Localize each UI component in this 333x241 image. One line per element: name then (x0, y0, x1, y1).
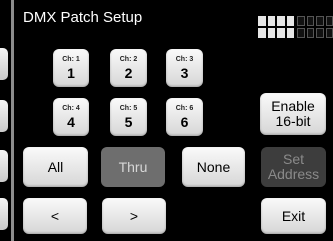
adjacent-button-edge (0, 150, 8, 182)
grid-icon[interactable] (297, 16, 333, 38)
channel-5-button[interactable]: Ch: 5 5 (110, 98, 147, 136)
exit-button[interactable]: Exit (261, 198, 326, 234)
set-address-label-line2: Address (267, 166, 320, 182)
chevron-right-icon: > (129, 207, 139, 224)
channel-1-button[interactable]: Ch: 1 1 (53, 49, 89, 87)
all-label: All (47, 158, 64, 175)
set-address-label-line1: Set (282, 151, 304, 167)
next-page-button[interactable]: > (102, 198, 166, 234)
channel-2-button[interactable]: Ch: 2 2 (110, 49, 147, 87)
channel-label: Ch: 2 (119, 55, 138, 63)
all-button[interactable]: All (23, 147, 88, 187)
set-address-button[interactable]: Set Address (261, 147, 326, 187)
channel-3-button[interactable]: Ch: 3 3 (166, 49, 203, 87)
channel-4-button[interactable]: Ch: 4 4 (53, 98, 89, 136)
enable-16bit-button[interactable]: Enable 16-bit (260, 93, 326, 135)
none-button[interactable]: None (182, 147, 245, 187)
adjacent-button-edge (0, 100, 8, 132)
channel-label: Ch: 4 (62, 104, 80, 112)
channel-label: Ch: 1 (62, 55, 80, 63)
channel-6-button[interactable]: Ch: 6 6 (166, 98, 203, 136)
channel-label: Ch: 6 (175, 104, 194, 112)
enable-16bit-label-line2: 16-bit (275, 113, 311, 129)
grid-icon[interactable] (258, 16, 294, 38)
thru-label: Thru (118, 158, 148, 175)
channel-label: Ch: 3 (175, 55, 194, 63)
thru-button[interactable]: Thru (101, 147, 165, 187)
adjacent-button-edge (0, 48, 8, 80)
channel-number: 4 (67, 113, 75, 130)
adjacent-button-edge (0, 198, 8, 230)
adjacent-panel (0, 0, 11, 241)
dmx-patch-screen: DMX Patch Setup Ch: 1 1 Ch: 2 2 Ch: 3 3 … (14, 0, 333, 241)
channel-number: 2 (124, 64, 133, 81)
page-title: DMX Patch Setup (23, 9, 143, 26)
channel-number: 3 (180, 64, 189, 81)
chevron-left-icon: < (50, 207, 60, 224)
channel-label: Ch: 5 (119, 104, 138, 112)
channel-number: 1 (67, 64, 75, 81)
exit-label: Exit (281, 207, 306, 224)
previous-page-button[interactable]: < (23, 198, 87, 234)
none-label: None (196, 158, 231, 175)
enable-16bit-label-line1: Enable (271, 98, 315, 114)
channel-number: 6 (180, 113, 189, 130)
channel-number: 5 (124, 113, 133, 130)
